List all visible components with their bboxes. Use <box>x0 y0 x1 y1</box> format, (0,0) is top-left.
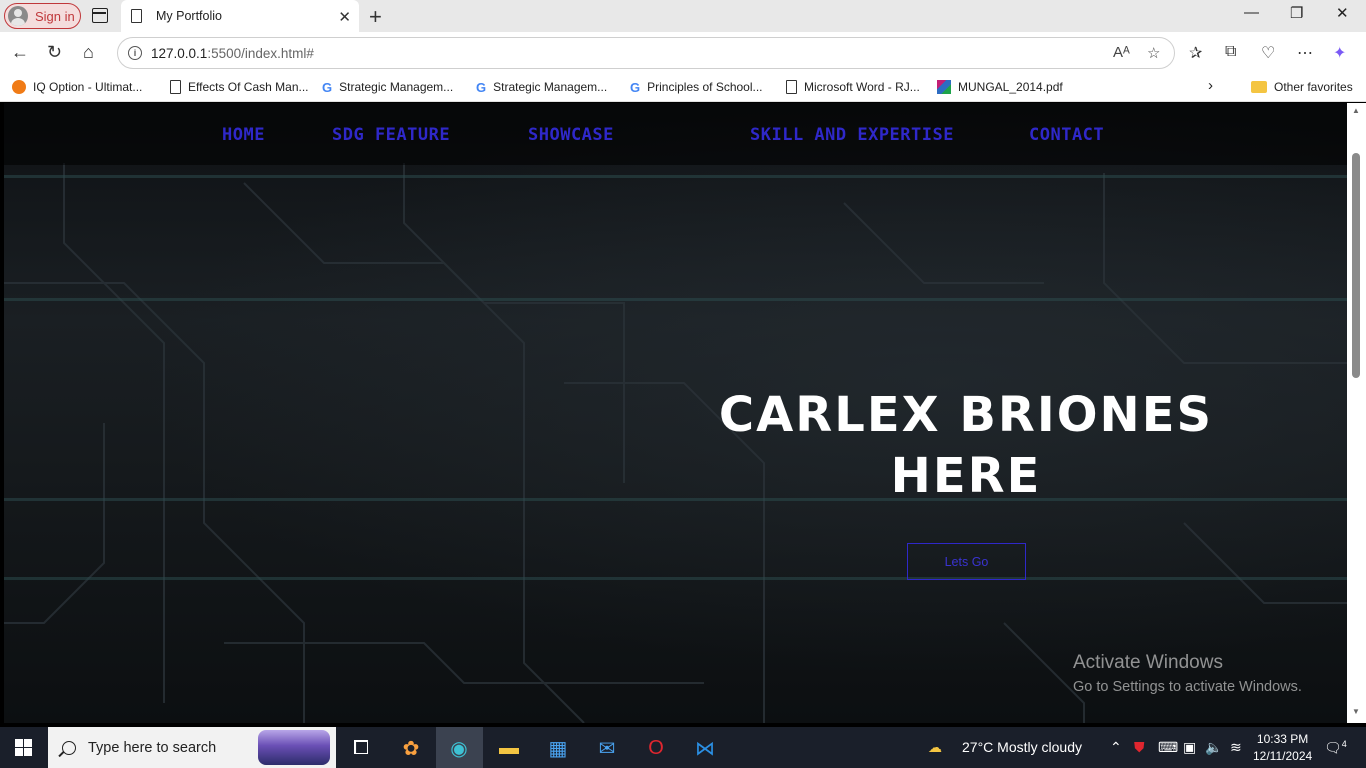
bookmark-item[interactable]: G Strategic Managem... <box>322 80 453 95</box>
bookmark-item[interactable]: Microsoft Word - RJ... <box>786 80 920 94</box>
opera-icon[interactable]: O <box>641 733 671 763</box>
tab-my-portfolio[interactable]: My Portfolio ✕ <box>121 0 359 32</box>
collections-icon[interactable]: ⧉ <box>1225 43 1236 61</box>
taskbar-clock[interactable]: 10:33 PM 12/11/2024 <box>1253 731 1312 765</box>
google-icon: G <box>476 80 487 95</box>
close-window-icon[interactable]: ✕ <box>1336 4 1349 22</box>
copilot-icon[interactable]: ✦ <box>1333 43 1346 63</box>
url-text: 127.0.0.1:5500/index.html# <box>151 45 314 61</box>
more-menu-icon[interactable]: ⋯ <box>1297 43 1313 63</box>
file-explorer-icon[interactable]: ▬ <box>494 733 524 763</box>
nav-contact[interactable]: CONTACT <box>1029 125 1104 145</box>
sign-in-label: Sign in <box>35 8 75 24</box>
document-icon <box>786 80 797 94</box>
sign-in-button[interactable]: Sign in <box>4 3 81 29</box>
tab-actions-icon[interactable] <box>92 8 108 23</box>
site-info-icon[interactable]: i <box>128 46 142 60</box>
clock-date: 12/11/2024 <box>1253 749 1313 763</box>
vscode-icon[interactable]: ⋈ <box>690 733 720 763</box>
hero-title: CARLEX BRIONES HERE <box>664 385 1268 507</box>
bookmark-item[interactable]: Effects Of Cash Man... <box>170 80 309 94</box>
taskbar-search-box[interactable]: Type here to search <box>48 727 336 768</box>
home-icon[interactable]: ⌂ <box>83 42 94 63</box>
pdf-icon <box>937 80 951 94</box>
minimize-icon[interactable]: — <box>1244 4 1259 21</box>
close-tab-icon[interactable]: ✕ <box>338 8 351 26</box>
bookmark-item[interactable]: MUNGAL_2014.pdf <box>937 80 1063 94</box>
search-placeholder: Type here to search <box>88 739 217 756</box>
google-icon: G <box>322 80 333 95</box>
google-icon: G <box>630 80 641 95</box>
bookmark-item[interactable]: IQ Option - Ultimat... <box>12 80 142 94</box>
windows-taskbar: Type here to search ⧠ ✿ ◉ ▬ ▦ ✉ O ⋈ ☁ 27… <box>0 727 1366 768</box>
favorites-bar: IQ Option - Ultimat... Effects Of Cash M… <box>0 74 1366 102</box>
profile-avatar-icon <box>8 6 28 26</box>
new-tab-button[interactable]: + <box>369 4 382 30</box>
bookmark-item[interactable]: G Principles of School... <box>630 80 763 95</box>
task-view-icon[interactable]: ⧠ <box>346 733 376 763</box>
scroll-down-icon[interactable]: ▼ <box>1352 707 1360 716</box>
page-scrollbar[interactable]: ▲ ▼ <box>1347 103 1366 723</box>
nav-showcase[interactable]: SHOWCASE <box>528 125 614 145</box>
nav-sdg-feature[interactable]: SDG FEATURE <box>332 125 450 145</box>
nav-home[interactable]: HOME <box>222 125 265 145</box>
copilot-app-icon[interactable]: ✿ <box>396 733 426 763</box>
address-bar[interactable]: i 127.0.0.1:5500/index.html# Aᴬ ☆ <box>117 37 1175 69</box>
other-favorites[interactable]: Other favorites <box>1251 80 1353 94</box>
security-shield-icon[interactable]: ⛊ <box>1134 739 1145 756</box>
browser-essentials-icon[interactable]: ♡ <box>1261 43 1275 63</box>
chevron-up-icon[interactable]: ⌃ <box>1110 739 1122 756</box>
edge-browser-icon[interactable]: ◉ <box>444 733 474 763</box>
back-arrow-icon[interactable]: ← <box>11 42 29 63</box>
browser-toolbar: ← ↻ ⌂ i 127.0.0.1:5500/index.html# Aᴬ ☆ … <box>0 32 1366 74</box>
favorite-star-icon[interactable]: ☆ <box>1147 44 1160 62</box>
site-navbar: HOME SDG FEATURE SHOWCASE SKILL AND EXPE… <box>4 103 1347 165</box>
bookmark-item[interactable]: G Strategic Managem... <box>476 80 607 95</box>
favorites-icon[interactable]: ✰ <box>1189 43 1202 63</box>
windows-start-icon[interactable] <box>15 739 32 756</box>
clock-time: 10:33 PM <box>1256 732 1309 746</box>
input-language-icon[interactable]: ⌨ <box>1158 739 1178 756</box>
watermark-title: Activate Windows <box>1073 652 1223 673</box>
read-aloud-icon[interactable]: Aᴬ <box>1113 44 1130 61</box>
refresh-icon[interactable]: ↻ <box>47 42 62 63</box>
lets-go-button[interactable]: Lets Go <box>907 543 1026 580</box>
search-highlight-image[interactable] <box>258 730 330 765</box>
watermark-subtitle: Go to Settings to activate Windows. <box>1073 679 1302 695</box>
hero-title-line2: HERE <box>890 448 1042 504</box>
weather-icon[interactable]: ☁ <box>928 739 942 756</box>
nav-skill-and-expertise[interactable]: SKILL AND EXPERTISE <box>750 125 954 145</box>
microsoft-store-icon[interactable]: ▦ <box>543 733 573 763</box>
restore-icon[interactable]: ❐ <box>1290 4 1303 22</box>
activate-windows-watermark: Activate Windows Go to Settings to activ… <box>1073 652 1302 695</box>
network-icon[interactable]: ▣ <box>1183 739 1196 756</box>
volume-icon[interactable]: 🔈 <box>1205 739 1222 756</box>
hero-title-line1: CARLEX BRIONES <box>718 387 1214 443</box>
mail-icon[interactable]: ✉ <box>592 733 622 763</box>
folder-icon <box>1251 81 1267 93</box>
weather-text[interactable]: 27°C Mostly cloudy <box>962 739 1082 755</box>
iq-option-icon <box>12 80 26 94</box>
page-icon <box>131 9 142 23</box>
browser-titlebar: Sign in My Portfolio ✕ + — ❐ ✕ <box>0 0 1366 32</box>
tab-title: My Portfolio <box>156 9 222 23</box>
chevron-right-icon[interactable]: › <box>1208 77 1213 94</box>
notification-icon[interactable]: 🗨4 <box>1324 739 1347 757</box>
document-icon <box>170 80 181 94</box>
search-icon <box>62 740 76 755</box>
scrollbar-thumb[interactable] <box>1352 153 1360 378</box>
scroll-up-icon[interactable]: ▲ <box>1352 106 1360 115</box>
wifi-icon[interactable]: ≋ <box>1230 739 1242 756</box>
page-viewport: HOME SDG FEATURE SHOWCASE SKILL AND EXPE… <box>4 103 1347 723</box>
